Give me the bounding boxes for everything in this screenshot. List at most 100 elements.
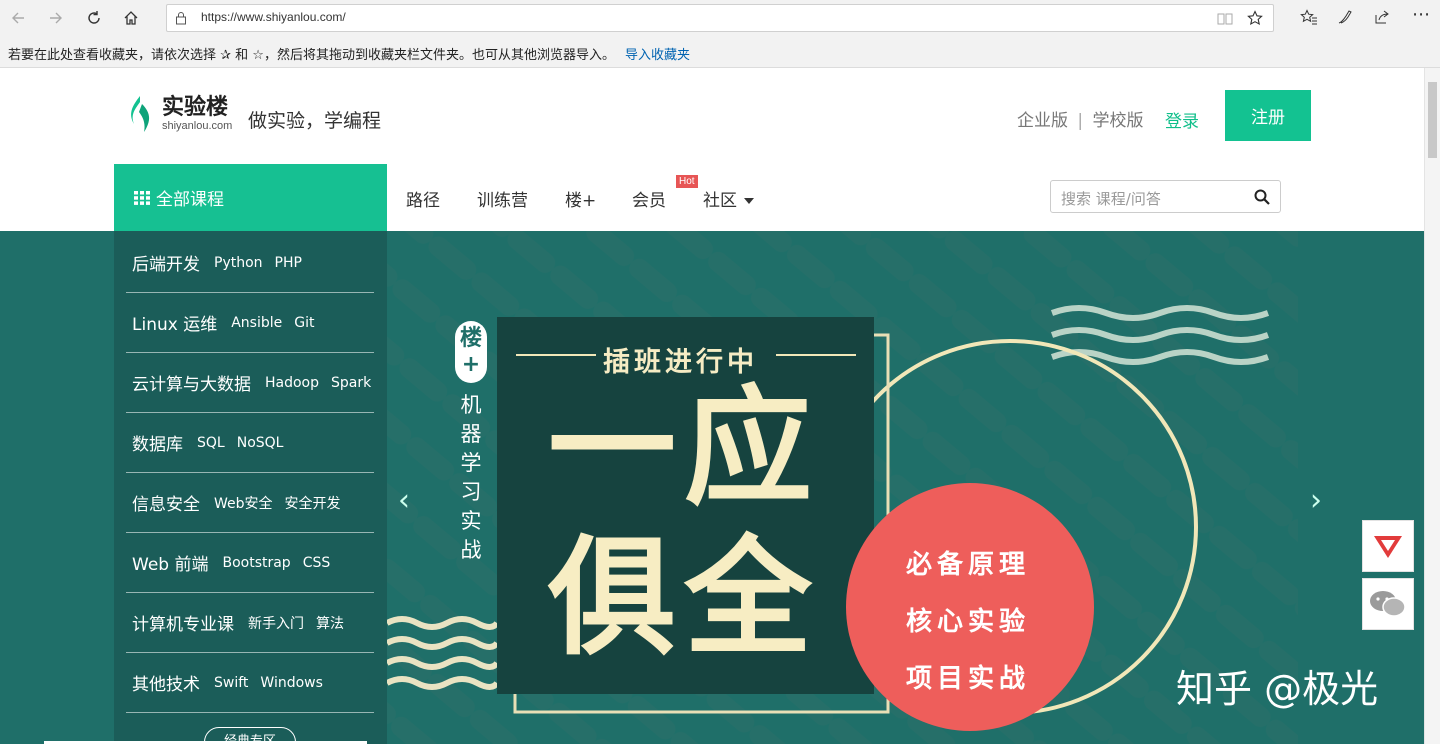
edition-links: 企业版 | 学校版 [1017,106,1144,131]
back-icon[interactable] [6,6,30,30]
nav-item-community[interactable]: 社区 [703,186,755,211]
category-title: 信息安全 [132,495,200,515]
wechat-float-button[interactable] [1362,578,1414,630]
page-scrollbar[interactable] [1424,68,1440,744]
lock-icon [176,12,186,25]
carousel-prev-arrow[interactable]: ‹ [398,483,410,518]
vertical-char: 实 [460,509,482,533]
favorites-bar: 若要在此处查看收藏夹，请依次选择 ✰ 和 ☆，然后将其拖动到收藏夹栏文件夹。也可… [8,44,690,63]
category-backend[interactable]: 后端开发 Python PHP [126,233,374,293]
vip-float-button[interactable] [1362,520,1414,572]
vip-diamond-icon [1374,536,1402,558]
vertical-char: 机 [460,393,482,417]
home-icon[interactable] [119,6,143,30]
banner-big-line1: 一应 [548,374,821,523]
search-input[interactable]: 搜索 课程/问答 [1061,188,1161,209]
divider: | [1077,111,1084,131]
subcategory-link[interactable]: CSS [303,555,331,571]
web-page: 实验楼 shiyanlou.com 做实验，学编程 企业版 | 学校版 登录 注… [0,68,1424,744]
circle-line: 核心实验 [906,607,1031,637]
nav-item-membership[interactable]: 会员 [632,186,666,211]
main-nav: 路径 训练营 楼+ 会员 Hot 社区 搜索 课程/问答 [387,164,1311,231]
address-bar[interactable]: https://www.shiyanlou.com/ [166,4,1274,32]
all-courses-label: 全部课程 [156,190,224,210]
more-menu-icon[interactable]: ⋯ [1412,4,1430,25]
vertical-char: 学 [460,451,482,475]
category-sidebar: 后端开发 Python PHP Linux 运维 Ansible Git 云计算与大数据… [114,231,387,744]
register-button[interactable]: 注册 [1225,90,1311,141]
reading-view-icon[interactable] [1217,12,1233,26]
category-title: Web 前端 [132,555,209,575]
site-logo[interactable]: 实验楼 shiyanlou.com [126,94,232,134]
enterprise-link[interactable]: 企业版 [1017,111,1068,131]
subcategory-link[interactable]: Hadoop [265,375,319,391]
banner-circle-text: 必备原理 核心实验 项目实战 [906,537,1030,708]
favorites-icon[interactable] [1300,9,1318,25]
subcategory-link[interactable]: 新手入门 [248,613,304,633]
category-database[interactable]: 数据库 SQL NoSQL [126,413,374,473]
browser-toolbar: https://www.shiyanlou.com/ ⋯ 若要在此处查看收藏夹，… [0,0,1440,68]
subcategory-link[interactable]: NoSQL [237,435,284,451]
category-title: 后端开发 [132,255,200,275]
subcategory-link[interactable]: Python [214,255,263,271]
banner-tag: 楼 + [455,326,487,378]
vertical-char: 习 [460,480,482,504]
category-cloud-bigdata[interactable]: 云计算与大数据 Hadoop Spark [126,353,374,413]
category-title: 其他技术 [132,675,200,695]
favorites-hint: 若要在此处查看收藏夹，请依次选择 ✰ 和 ☆，然后将其拖动到收藏夹栏文件夹。也可… [8,48,615,63]
subcategory-link[interactable]: Ansible [231,315,282,331]
banner-tag-plus: + [461,352,481,377]
scrollbar-thumb[interactable] [1428,82,1437,158]
pen-icon[interactable] [1337,9,1353,25]
nav-item-louplus[interactable]: 楼+ [565,186,596,211]
search-box[interactable]: 搜索 课程/问答 [1050,180,1281,213]
subcategory-link[interactable]: Spark [331,375,371,391]
login-link[interactable]: 登录 [1165,107,1199,132]
logo-name: 实验楼 [162,95,229,120]
banner-big-line2: 俱全 [548,524,821,673]
subcategory-link[interactable]: Bootstrap [222,555,290,571]
category-title: 计算机专业课 [132,615,234,635]
category-title: 数据库 [132,435,183,455]
school-link[interactable]: 学校版 [1093,111,1144,131]
banner-vertical-text: 机 器 学 习 实 战 [457,391,485,565]
import-favorites-link[interactable]: 导入收藏夹 [625,48,690,63]
all-courses-button[interactable]: 全部课程 [114,164,387,231]
subcategory-link[interactable]: Git [294,315,314,331]
subcategory-link[interactable]: 安全开发 [285,493,341,513]
banner-tag-top: 楼 [459,326,482,351]
logo-domain: shiyanlou.com [162,120,233,132]
caret-down-icon [744,198,755,204]
circle-line: 必备原理 [906,550,1031,580]
category-linux[interactable]: Linux 运维 Ansible Git [126,293,374,353]
share-icon[interactable] [1374,9,1390,25]
grid-icon [134,190,150,205]
category-frontend[interactable]: Web 前端 Bootstrap CSS [126,533,374,593]
subcategory-link[interactable]: 算法 [316,613,344,633]
carousel-next-arrow[interactable]: › [1310,483,1322,518]
community-label: 社区 [703,191,737,211]
subcategory-link[interactable]: Swift [214,675,248,691]
watermark: 知乎 @极光 [1176,667,1379,711]
vertical-char: 器 [460,422,482,446]
subcategory-link[interactable]: SQL [197,435,225,451]
vertical-char: 战 [460,538,482,562]
nav-item-bootcamp[interactable]: 训练营 [477,186,528,211]
subcategory-link[interactable]: Web安全 [214,493,273,513]
forward-icon[interactable] [44,6,68,30]
subcategory-link[interactable]: Windows [260,675,323,691]
search-icon[interactable] [1254,189,1270,205]
favorite-star-icon[interactable] [1247,10,1263,26]
category-other[interactable]: 其他技术 Swift Windows [126,653,374,713]
category-security[interactable]: 信息安全 Web安全 安全开发 [126,473,374,533]
category-cs[interactable]: 计算机专业课 新手入门 算法 [126,593,374,653]
category-title: 云计算与大数据 [132,375,251,395]
wechat-icon [1370,591,1406,617]
refresh-icon[interactable] [82,6,106,30]
url-text: https://www.shiyanlou.com/ [201,10,346,24]
logo-leaf-icon [131,96,150,132]
subcategory-link[interactable]: PHP [275,255,302,271]
site-slogan: 做实验，学编程 [248,110,382,132]
nav-item-path[interactable]: 路径 [406,186,440,211]
circle-line: 项目实战 [906,664,1031,694]
